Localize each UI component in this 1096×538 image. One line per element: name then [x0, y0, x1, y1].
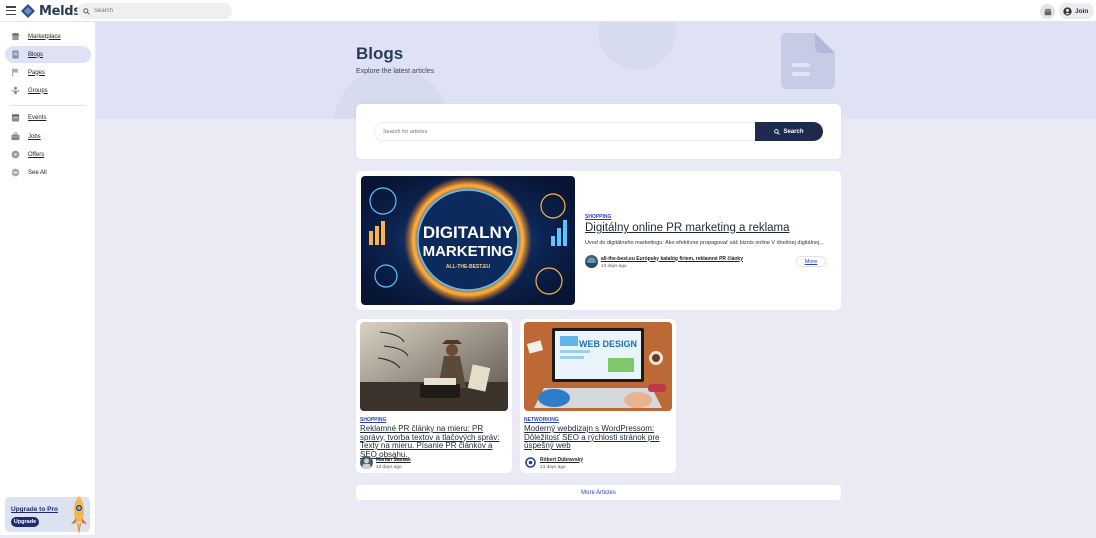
sidebar-item-offers[interactable]: Offers	[5, 146, 91, 163]
sidebar-item-blogs[interactable]: Blogs	[5, 46, 91, 63]
avatar[interactable]	[524, 456, 537, 469]
sidebar-item-label: Pages	[28, 69, 46, 76]
author-info: all-the-best.eu Európsky katalóg firiem,…	[585, 255, 743, 268]
sidebar-item-events[interactable]: Events	[5, 109, 91, 126]
hero-decor-circle	[598, 22, 676, 70]
article-title[interactable]: Moderný webdizajn s WordPressom: Dôležit…	[524, 424, 672, 451]
upgrade-button[interactable]: Upgrade	[11, 517, 39, 527]
sidebar-item-label: Groups	[28, 87, 48, 94]
sidebar-item-label: Offers	[28, 151, 45, 158]
sidebar-item-pages[interactable]: Pages	[5, 64, 91, 81]
category-link[interactable]: SHOPPING	[585, 214, 611, 220]
sidebar-item-groups[interactable]: Groups	[5, 82, 91, 99]
header-search[interactable]	[77, 3, 232, 19]
sidebar: Marketplace Blogs Pages Groups Events Jo…	[0, 22, 96, 535]
rocket-icon	[71, 496, 87, 534]
article-image[interactable]	[360, 322, 508, 411]
sidebar-item-label: Events	[28, 114, 47, 121]
article-image-text: WEB DESIGN	[579, 339, 637, 349]
header-search-input[interactable]	[94, 8, 224, 14]
calendar-icon	[11, 113, 20, 122]
featured-image-text: MARKETING	[423, 243, 514, 260]
article-search-input[interactable]	[374, 122, 759, 141]
post-time: 13 days ago	[376, 463, 402, 469]
avatar[interactable]	[360, 456, 373, 469]
article-card[interactable]: WEB DESIGN NETWORKING Moderný webdizajn …	[520, 319, 676, 473]
search-icon	[83, 7, 90, 15]
featured-article-excerpt: Úvod do digitálneho marketingu: Ako efek…	[585, 240, 824, 246]
article-image[interactable]: WEB DESIGN	[524, 322, 672, 411]
join-label: Join	[1075, 7, 1089, 15]
user-icon	[1063, 6, 1072, 16]
author-info: Róbert Dúbravský 13 days ago	[524, 456, 583, 469]
article-card[interactable]: SHOPPING Reklamné PR články na mieru: PR…	[356, 319, 512, 473]
featured-image-text: DIGITALNY	[423, 223, 514, 242]
logo-text: Melds	[39, 3, 81, 19]
sidebar-item-see-all[interactable]: See All	[5, 164, 91, 181]
document-icon	[11, 50, 20, 59]
tag-icon	[11, 150, 20, 159]
article-title[interactable]: Reklamné PR články na mieru: PR správy, …	[360, 424, 508, 459]
page-title: Blogs	[356, 44, 404, 63]
post-time: 13 days ago	[601, 262, 627, 268]
sidebar-item-marketplace[interactable]: Marketplace	[5, 28, 91, 45]
grid-icon	[11, 168, 20, 177]
author-name[interactable]: Róbert Dúbravský	[540, 457, 583, 463]
search-icon	[774, 128, 781, 135]
featured-image-text: ALL-THE-BEST.EU	[446, 264, 491, 270]
store-button[interactable]	[1040, 4, 1055, 19]
store-icon	[11, 32, 20, 41]
avatar[interactable]	[585, 255, 598, 268]
flag-icon	[11, 68, 20, 77]
article-search-card: Search	[356, 104, 841, 159]
featured-article-title[interactable]: Digitálny online PR marketing a reklama	[585, 222, 835, 234]
sidebar-item-jobs[interactable]: Jobs	[5, 128, 91, 145]
upgrade-banner: Upgrade to Pro Upgrade	[5, 496, 90, 534]
sidebar-item-label: See All	[28, 169, 47, 176]
author-name[interactable]: Marián Sassak	[376, 457, 411, 463]
category-link[interactable]: NETWORKING	[524, 417, 559, 423]
sidebar-item-label: Blogs	[28, 51, 44, 58]
logo[interactable]: Melds	[20, 3, 81, 19]
more-button[interactable]: More	[796, 256, 826, 267]
featured-article-image[interactable]: DIGITALNY MARKETING ALL-THE-BEST.EU	[361, 176, 575, 305]
melds-logo-icon	[21, 4, 35, 18]
sidebar-divider	[10, 105, 86, 106]
document-illustration-icon	[781, 33, 835, 89]
author-name[interactable]: all-the-best.eu Európsky katalóg firiem,…	[601, 256, 743, 262]
search-button-label: Search	[783, 128, 804, 135]
article-search-button[interactable]: Search	[755, 122, 823, 141]
top-bar: Melds Join	[0, 0, 1096, 22]
shop-icon	[1043, 8, 1052, 15]
sidebar-item-label: Jobs	[28, 133, 41, 140]
more-articles-button[interactable]: More Articles	[356, 485, 841, 500]
join-button[interactable]: Join	[1059, 3, 1094, 19]
category-link[interactable]: SHOPPING	[360, 417, 386, 423]
page-subtitle: Explore the latest articles	[356, 68, 435, 75]
post-time: 13 days ago	[540, 463, 566, 469]
briefcase-icon	[11, 132, 20, 141]
featured-article-card[interactable]: DIGITALNY MARKETING ALL-THE-BEST.EU SHOP…	[356, 171, 841, 310]
group-icon	[11, 86, 20, 95]
author-info: Marián Sassak 13 days ago	[360, 456, 411, 469]
upgrade-title[interactable]: Upgrade to Pro	[11, 506, 58, 513]
sidebar-item-label: Marketplace	[28, 33, 61, 40]
menu-icon[interactable]	[6, 6, 16, 16]
